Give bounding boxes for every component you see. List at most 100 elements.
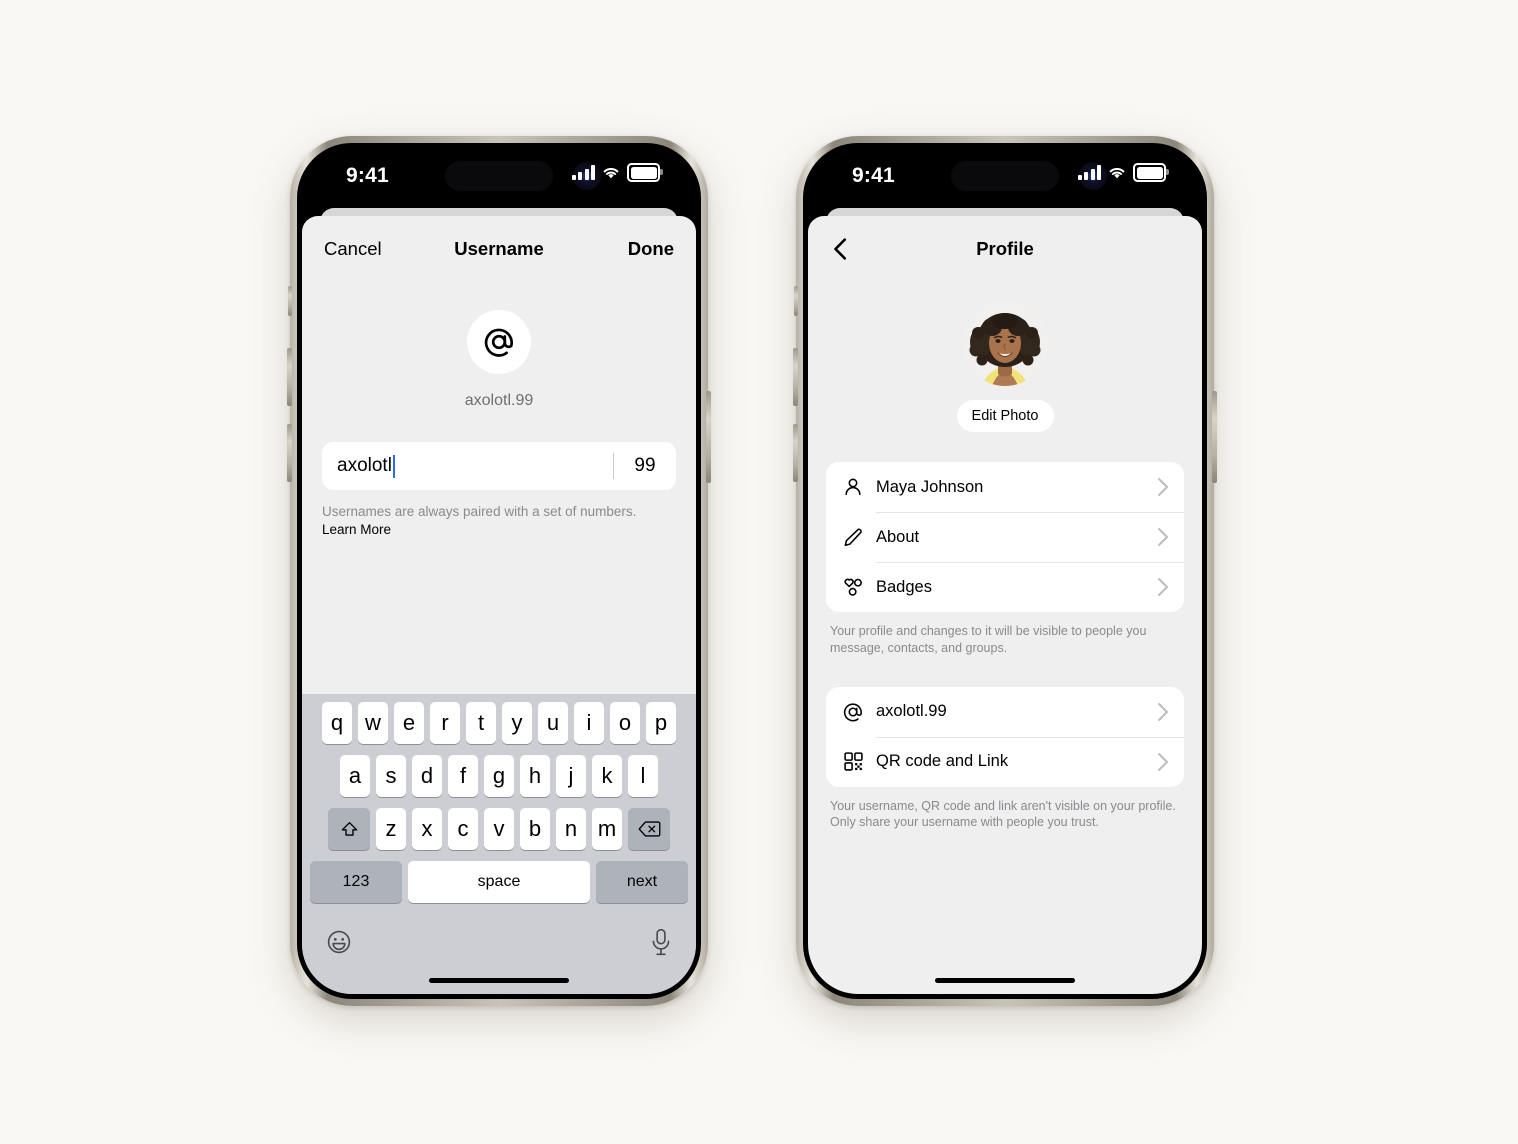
space-key[interactable]: space bbox=[408, 861, 590, 903]
key-e[interactable]: e bbox=[394, 702, 424, 744]
backspace-icon bbox=[638, 821, 660, 837]
battery-icon bbox=[627, 163, 663, 182]
keyboard-row-2: a s d f g h j k l bbox=[302, 755, 696, 797]
list-item-label: Maya Johnson bbox=[876, 477, 984, 496]
chevron-right-icon bbox=[1157, 527, 1170, 547]
key-k[interactable]: k bbox=[592, 755, 622, 797]
chevron-right-icon bbox=[1157, 702, 1170, 722]
dynamic-island bbox=[445, 161, 553, 191]
at-sign-icon bbox=[840, 699, 866, 725]
key-i[interactable]: i bbox=[574, 702, 604, 744]
microphone-icon[interactable] bbox=[650, 928, 672, 956]
status-bar-left: 9:41 bbox=[302, 148, 696, 204]
key-d[interactable]: d bbox=[412, 755, 442, 797]
key-q[interactable]: q bbox=[322, 702, 352, 744]
cellular-bars-icon bbox=[1077, 165, 1101, 180]
profile-sheet: Profile Edit Photo Maya Johnson About Ba… bbox=[808, 216, 1202, 994]
at-sign-badge bbox=[467, 310, 531, 374]
volume-up-button[interactable] bbox=[287, 348, 292, 406]
silent-switch[interactable] bbox=[794, 286, 798, 316]
on-screen-keyboard[interactable]: q w e r t y u i o p a s d f g h j k l z … bbox=[302, 694, 696, 994]
list-item-about[interactable]: About bbox=[826, 512, 1184, 562]
status-indicators bbox=[571, 163, 663, 182]
key-v[interactable]: v bbox=[484, 808, 514, 850]
avatar[interactable] bbox=[962, 300, 1048, 386]
cellular-bars-icon bbox=[571, 165, 595, 180]
status-time: 9:41 bbox=[852, 164, 895, 187]
edit-photo-button[interactable]: Edit Photo bbox=[956, 400, 1054, 432]
key-w[interactable]: w bbox=[358, 702, 388, 744]
key-g[interactable]: g bbox=[484, 755, 514, 797]
key-x[interactable]: x bbox=[412, 808, 442, 850]
profile-group-username-footer: Your username, QR code and link aren't v… bbox=[830, 798, 1176, 830]
key-o[interactable]: o bbox=[610, 702, 640, 744]
shift-key[interactable] bbox=[328, 808, 370, 850]
phone-left-bezel: 9:41 Cancel Username Done axolotl.99 axo… bbox=[297, 143, 701, 999]
key-z[interactable]: z bbox=[376, 808, 406, 850]
wifi-icon bbox=[1109, 167, 1125, 178]
keyboard-row-1: q w e r t y u i o p bbox=[302, 702, 696, 744]
phone-right-bezel: 9:41 Profile Edit Photo Maya Johnson Abo… bbox=[803, 143, 1207, 999]
learn-more-link[interactable]: Learn More bbox=[322, 521, 676, 538]
key-j[interactable]: j bbox=[556, 755, 586, 797]
key-n[interactable]: n bbox=[556, 808, 586, 850]
power-button[interactable] bbox=[1212, 391, 1217, 483]
home-indicator[interactable] bbox=[429, 978, 569, 983]
key-s[interactable]: s bbox=[376, 755, 406, 797]
done-button[interactable]: Done bbox=[628, 238, 674, 260]
shift-arrow-icon bbox=[341, 821, 357, 836]
backspace-key[interactable] bbox=[628, 808, 670, 850]
chevron-right-icon bbox=[1157, 477, 1170, 497]
profile-photo bbox=[962, 300, 1048, 386]
phone-right-screen: 9:41 Profile Edit Photo Maya Johnson Abo… bbox=[808, 148, 1202, 994]
key-c[interactable]: c bbox=[448, 808, 478, 850]
key-f[interactable]: f bbox=[448, 755, 478, 797]
at-sign-icon bbox=[484, 328, 513, 357]
power-button[interactable] bbox=[706, 391, 711, 483]
status-bar-right: 9:41 bbox=[808, 148, 1202, 204]
username-field[interactable]: axolotl 99 bbox=[322, 442, 676, 490]
list-item-label: About bbox=[876, 527, 920, 546]
dynamic-island bbox=[951, 161, 1059, 191]
field-helper-text: Usernames are always paired with a set o… bbox=[322, 503, 676, 539]
badges-icon bbox=[840, 574, 866, 600]
volume-down-button[interactable] bbox=[287, 424, 292, 482]
emoji-smiley-icon[interactable] bbox=[326, 929, 352, 955]
key-u[interactable]: u bbox=[538, 702, 568, 744]
profile-group-primary-footer: Your profile and changes to it will be v… bbox=[830, 624, 1147, 655]
key-t[interactable]: t bbox=[466, 702, 496, 744]
numbers-key[interactable]: 123 bbox=[310, 861, 402, 903]
key-h[interactable]: h bbox=[520, 755, 550, 797]
key-y[interactable]: y bbox=[502, 702, 532, 744]
volume-up-button[interactable] bbox=[793, 348, 798, 406]
home-indicator[interactable] bbox=[935, 978, 1075, 983]
key-b[interactable]: b bbox=[520, 808, 550, 850]
volume-down-button[interactable] bbox=[793, 424, 798, 482]
key-r[interactable]: r bbox=[430, 702, 460, 744]
username-input-wrap[interactable]: axolotl bbox=[322, 454, 613, 478]
profile-navbar: Profile bbox=[808, 216, 1202, 282]
username-input-value[interactable]: axolotl bbox=[337, 455, 392, 477]
keyboard-bottom-row bbox=[302, 914, 696, 956]
phone-left: 9:41 Cancel Username Done axolotl.99 axo… bbox=[287, 136, 711, 1006]
person-icon bbox=[840, 474, 866, 500]
key-l[interactable]: l bbox=[628, 755, 658, 797]
profile-group-username: axolotl.99 QR code and Link bbox=[826, 686, 1184, 787]
list-item-badges[interactable]: Badges bbox=[826, 562, 1184, 612]
list-item-username[interactable]: axolotl.99 bbox=[826, 687, 1184, 737]
username-navbar: Cancel Username Done bbox=[302, 216, 696, 282]
wifi-icon bbox=[603, 167, 619, 178]
key-a[interactable]: a bbox=[340, 755, 370, 797]
key-p[interactable]: p bbox=[646, 702, 676, 744]
chevron-right-icon bbox=[1157, 577, 1170, 597]
key-m[interactable]: m bbox=[592, 808, 622, 850]
chevron-right-icon bbox=[1157, 752, 1170, 772]
return-key[interactable]: next bbox=[596, 861, 688, 903]
profile-group-primary: Maya Johnson About Badges bbox=[826, 462, 1184, 612]
phone-right: 9:41 Profile Edit Photo Maya Johnson Abo… bbox=[793, 136, 1217, 1006]
list-item-label: QR code and Link bbox=[876, 752, 1009, 770]
silent-switch[interactable] bbox=[288, 286, 292, 316]
keyboard-row-4: 123 space next bbox=[302, 861, 696, 903]
list-item-qr-code[interactable]: QR code and Link bbox=[826, 736, 1184, 787]
list-item-name[interactable]: Maya Johnson bbox=[826, 462, 1184, 512]
